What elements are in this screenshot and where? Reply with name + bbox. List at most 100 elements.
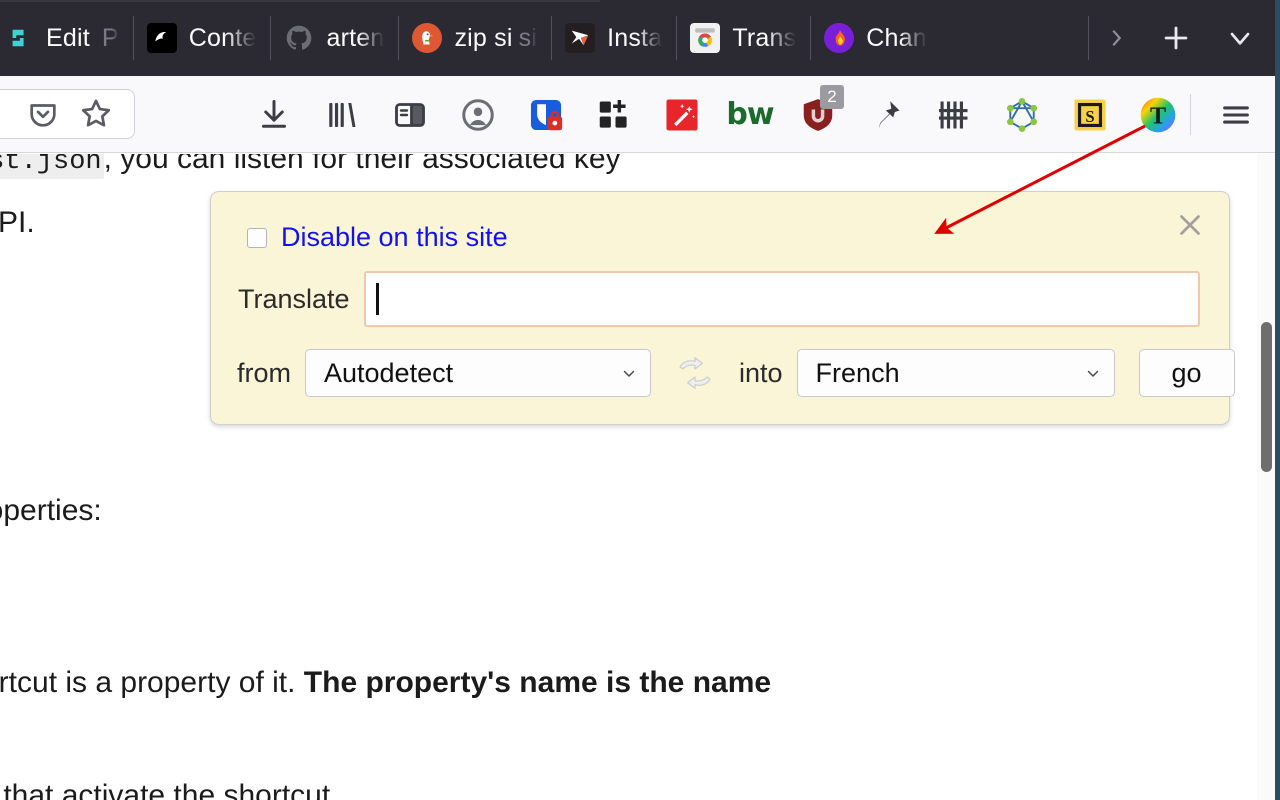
tab-label: Trans [732, 23, 797, 52]
tab-contrast[interactable]: Conte [132, 0, 271, 76]
plus-icon [1164, 26, 1188, 50]
pin-icon [878, 100, 900, 129]
tab-label: Insta [607, 23, 663, 52]
tab-changelog[interactable]: Chan [810, 0, 941, 76]
contrast-icon [146, 23, 177, 53]
ublock-origin-button[interactable]: 2 [784, 76, 852, 153]
flame-icon [824, 23, 855, 53]
chevron-right-icon [1112, 29, 1122, 47]
new-tab-button[interactable] [1144, 0, 1208, 76]
stylus-icon [4, 23, 34, 53]
tab-strip-controls [1088, 0, 1280, 76]
disable-on-site-link[interactable]: Disable on this site [281, 224, 508, 251]
paragraph-text: ortcut is a property of it. [0, 666, 304, 699]
github-icon [284, 23, 314, 53]
downloads-icon [262, 99, 286, 128]
close-icon [1180, 215, 1200, 235]
into-label: into [739, 357, 783, 388]
translate-popup: Disable on this site Translate from Auto… [210, 191, 1235, 425]
bw-icon: bw [726, 97, 774, 132]
chevron-down-icon [620, 364, 638, 382]
chrome-webstore-icon [690, 23, 721, 53]
target-language-select[interactable]: French [796, 349, 1115, 397]
browser-window: Edit P Conte arten zip si si Insta Trans… [0, 0, 1280, 800]
translate-button[interactable]: T [1124, 76, 1192, 153]
bitwarden-button[interactable] [512, 76, 580, 153]
scroll-tabs-right-button[interactable] [1088, 0, 1144, 76]
hamburger-icon [1223, 105, 1249, 124]
paragraph-bold-text: The property's name is the name [303, 666, 772, 699]
paragraph-line-3: properties: [0, 494, 102, 527]
insta-bird-icon [565, 23, 596, 53]
app-menu-button[interactable] [1205, 76, 1267, 153]
library-button[interactable] [308, 76, 376, 153]
svg-text:S: S [1085, 106, 1094, 125]
duckduckgo-icon [412, 23, 443, 53]
library-icon [329, 102, 356, 127]
paragraph-line-1: est.json, you can listen for their assoc… [0, 154, 621, 179]
swap-languages-icon[interactable] [671, 351, 719, 395]
from-label: from [237, 357, 291, 388]
stylus-s-icon: S [1074, 98, 1106, 131]
tab-duckduckgo[interactable]: zip si si [398, 0, 551, 76]
tab-label: Conte [188, 23, 257, 52]
bw-button[interactable]: bw [716, 76, 784, 153]
source-language-value: Autodetect [324, 357, 454, 388]
paragraph-line-5: ys that activate the shortcut [0, 779, 331, 800]
pin-button[interactable] [852, 76, 920, 153]
target-language-value: French [815, 357, 900, 388]
url-bar[interactable] [0, 89, 135, 139]
pocket-icon[interactable] [26, 97, 60, 131]
list-all-tabs-button[interactable] [1208, 0, 1272, 76]
comb-button[interactable] [920, 76, 988, 153]
tab-edit[interactable]: Edit P [0, 0, 133, 76]
paragraph-line-2: API. [0, 206, 35, 239]
tab-translate-webstore[interactable]: Trans [676, 0, 810, 76]
tab-label: Edit [46, 23, 90, 52]
tab-github[interactable]: arten [270, 0, 398, 76]
extensions-button[interactable] [580, 76, 648, 153]
paragraph-line-4: ortcut is a property of it. The property… [0, 666, 771, 700]
tab-strip: Edit P Conte arten zip si si Insta Trans… [0, 0, 1280, 76]
page-scrollbar-track[interactable] [1257, 154, 1275, 800]
sidebar-icon [395, 102, 425, 127]
tab-label: arten [326, 23, 385, 52]
paragraph-text: , you can listen for their associated ke… [103, 154, 621, 175]
magic-wand-icon [666, 98, 698, 131]
disable-on-site-row: Disable on this site [247, 224, 508, 251]
bookmark-star-icon[interactable] [78, 96, 114, 132]
inline-code: est.json [0, 154, 104, 179]
tab-insta[interactable]: Insta [551, 0, 676, 76]
window-right-edge [1275, 0, 1280, 800]
extensions-grid-icon [599, 99, 627, 128]
graphql-button[interactable] [988, 76, 1056, 153]
translate-input-row: Translate [238, 271, 1200, 327]
svg-text:T: T [1150, 102, 1166, 129]
language-row: from Autodetect into French go [237, 349, 1235, 397]
toolbar-divider [1190, 94, 1191, 135]
sidebar-button[interactable] [376, 76, 444, 153]
stylus-button[interactable]: S [1056, 76, 1124, 153]
graphql-icon [1006, 97, 1038, 132]
bitwarden-lock-icon [530, 99, 563, 130]
tab-label: Chan [866, 23, 927, 52]
downloads-button[interactable] [240, 76, 308, 153]
text-cursor [375, 283, 379, 315]
disable-on-site-checkbox[interactable] [247, 227, 267, 248]
source-language-select[interactable]: Autodetect [305, 349, 651, 397]
translate-label: Translate [238, 283, 350, 314]
account-icon [462, 98, 494, 131]
extensions-toolbar: bw 2 S T [240, 76, 1192, 153]
translate-input[interactable] [363, 271, 1200, 327]
page-scrollbar-thumb[interactable] [1261, 322, 1272, 472]
translate-t-icon: T [1140, 97, 1176, 132]
ublock-badge-count: 2 [820, 85, 844, 109]
go-button[interactable]: go [1138, 349, 1235, 397]
close-popup-button[interactable] [1171, 206, 1209, 244]
magic-wand-button[interactable] [648, 76, 716, 153]
chevron-down-icon [1084, 364, 1102, 382]
tab-label: zip si [454, 23, 513, 52]
tab-label-trailing: P [101, 23, 119, 52]
account-button[interactable] [444, 76, 512, 153]
navigation-toolbar: bw 2 S T [0, 76, 1280, 153]
